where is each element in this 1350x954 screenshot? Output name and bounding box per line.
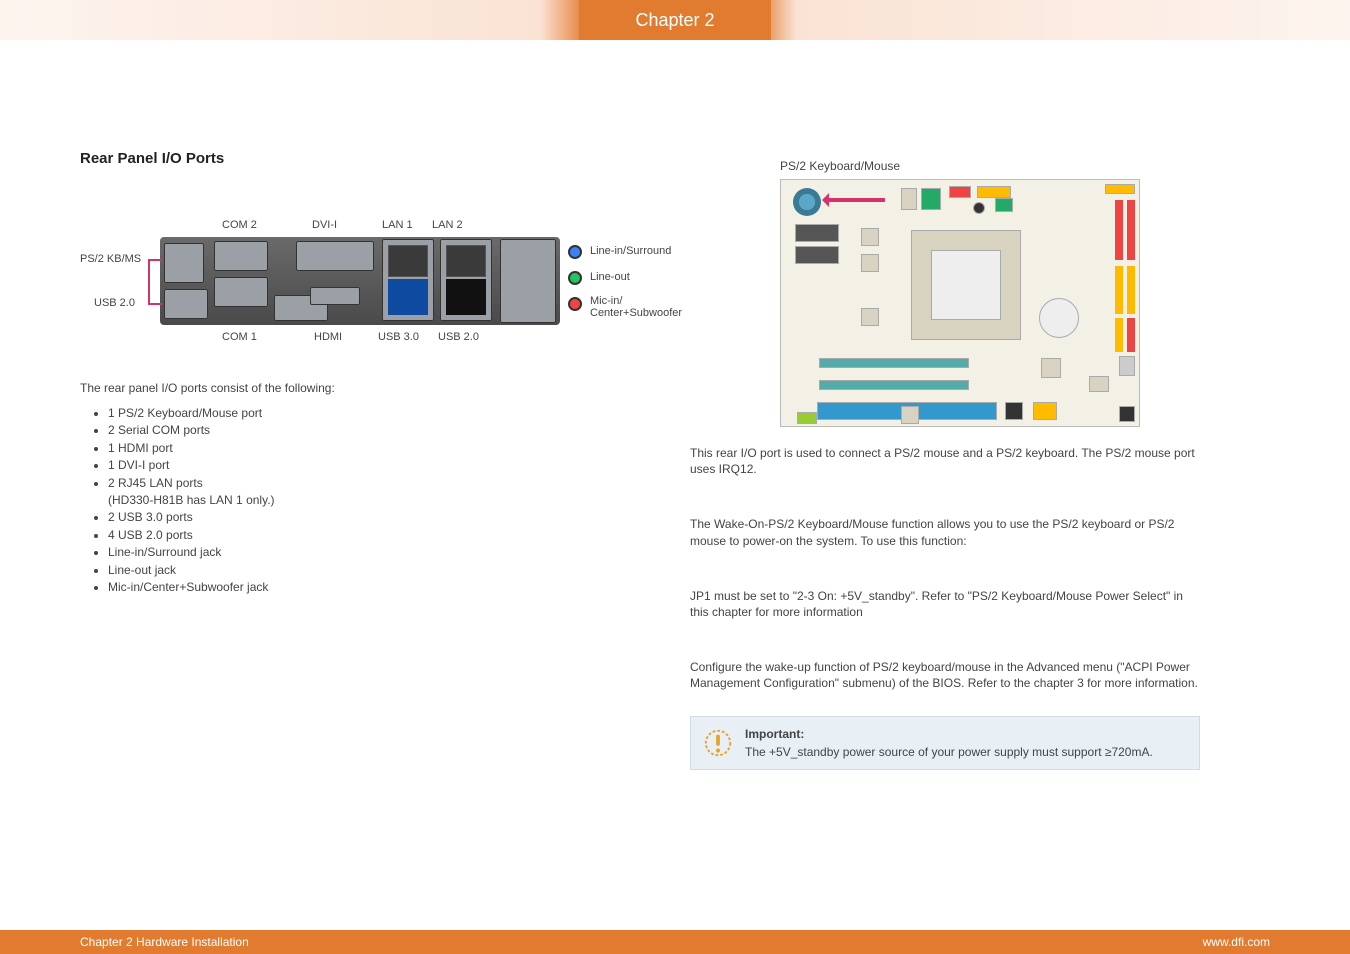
port-list-intro: The rear panel I/O ports consist of the … <box>80 381 660 395</box>
section-title-rear-panel: Rear Panel I/O Ports <box>80 150 660 167</box>
left-column: Rear Panel I/O Ports PS/2 <box>80 150 660 596</box>
arrow-icon <box>825 198 885 202</box>
line-out-jack-icon <box>568 271 582 285</box>
header-banner: Chapter 2 <box>0 0 1350 40</box>
lead-line <box>148 259 150 305</box>
paragraph-bios: Configure the wake-up function of PS/2 k… <box>690 659 1200 691</box>
list-item: 1 HDMI port <box>108 440 660 457</box>
list-item: 4 USB 2.0 ports <box>108 527 660 544</box>
list-item: 2 USB 3.0 ports <box>108 509 660 526</box>
lan2-port-icon <box>440 239 492 321</box>
label-com1: COM 1 <box>222 331 257 343</box>
label-line-out: Line-out <box>590 271 630 283</box>
paragraph-jumper: JP1 must be set to "2-3 On: +5V_standby"… <box>690 588 1200 620</box>
lead-line <box>148 259 162 261</box>
note-title: Important: <box>745 727 1185 741</box>
lan1-port-icon <box>382 239 434 321</box>
list-item: 2 RJ45 LAN ports (HD330-H81B has LAN 1 o… <box>108 475 660 510</box>
motherboard-diagram: PS/2 Keyboard/Mouse <box>780 159 1140 419</box>
motherboard-board <box>780 179 1140 427</box>
right-column: PS/2 Keyboard/Mouse PS/2 Keyboard/Mouse <box>690 130 1200 770</box>
rear-panel-diagram: PS/2 KB/MS USB 2.0 COM 2 COM 1 DVI-I HDM… <box>80 207 640 357</box>
footer: Chapter 2 Hardware Installation www.dfi.… <box>0 930 1350 954</box>
mic-in-jack-icon <box>568 297 582 311</box>
label-com2: COM 2 <box>222 219 257 231</box>
dvi-port-icon <box>296 241 374 271</box>
usb20-left-icon <box>164 289 208 319</box>
com2-port-icon <box>214 241 268 271</box>
hdmi-port-icon <box>310 287 360 305</box>
important-note: Important: The +5V_standby power source … <box>690 716 1200 770</box>
list-item: Mic-in/Center+Subwoofer jack <box>108 579 660 596</box>
audio-block-icon <box>500 239 556 323</box>
label-usb30: USB 3.0 <box>378 331 419 343</box>
list-item: 2 Serial COM ports <box>108 422 660 439</box>
label-usb20-bot: USB 2.0 <box>438 331 479 343</box>
label-usb20-left: USB 2.0 <box>94 297 135 309</box>
list-item-text: 2 RJ45 LAN ports <box>108 476 203 490</box>
line-in-jack-icon <box>568 245 582 259</box>
list-item-subtext: (HD330-H81B has LAN 1 only.) <box>108 493 275 507</box>
paragraph-wake: The Wake-On-PS/2 Keyboard/Mouse function… <box>690 516 1200 548</box>
important-icon <box>703 728 733 758</box>
note-body: The +5V_standby power source of your pow… <box>745 745 1185 759</box>
list-item: Line-in/Surround jack <box>108 544 660 561</box>
footer-left: Chapter 2 Hardware Installation <box>80 935 249 949</box>
chapter-label: Chapter 2 <box>579 0 771 40</box>
paragraph-intro: This rear I/O port is used to connect a … <box>690 445 1200 477</box>
lead-line <box>148 303 162 305</box>
label-lan1: LAN 1 <box>382 219 413 231</box>
label-dvi: DVI-I <box>312 219 337 231</box>
port-list: The rear panel I/O ports consist of the … <box>80 381 660 596</box>
label-ps2: PS/2 KB/MS <box>80 253 141 265</box>
com1-port-icon <box>214 277 268 307</box>
list-item: 1 DVI-I port <box>108 457 660 474</box>
label-line-in: Line-in/Surround <box>590 245 671 257</box>
motherboard-label: PS/2 Keyboard/Mouse <box>780 159 1140 173</box>
rear-panel-image <box>160 237 560 325</box>
list-item: 1 PS/2 Keyboard/Mouse port <box>108 405 660 422</box>
ps2-port-icon <box>164 243 204 283</box>
label-hdmi: HDMI <box>314 331 342 343</box>
list-item: Line-out jack <box>108 562 660 579</box>
label-lan2: LAN 2 <box>432 219 463 231</box>
footer-right: www.dfi.com <box>1203 935 1270 949</box>
label-mic-in: Mic-in/ Center+Subwoofer <box>590 295 682 319</box>
